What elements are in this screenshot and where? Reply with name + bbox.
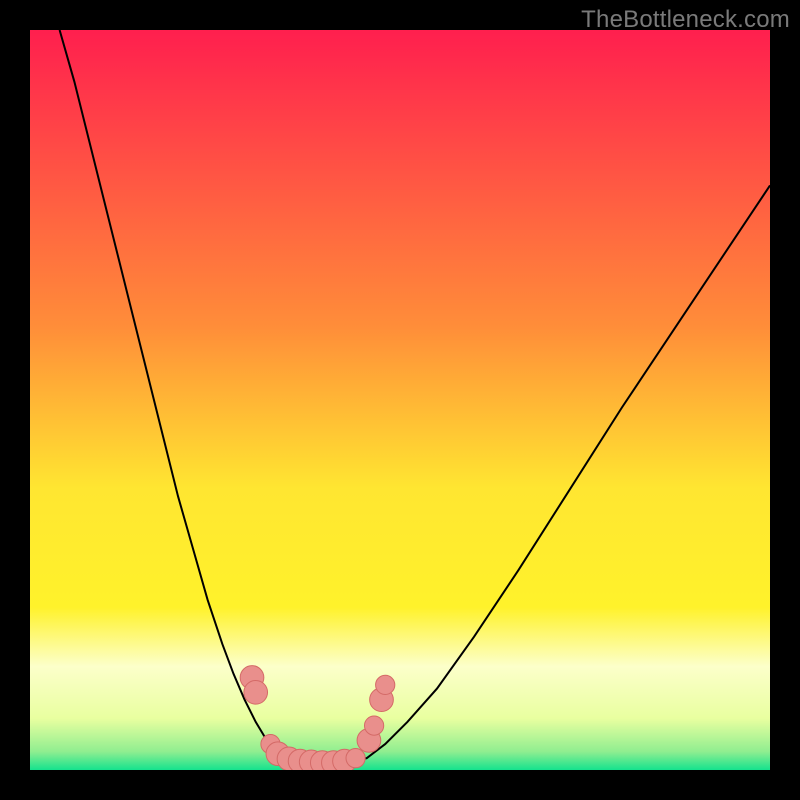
plot-area <box>30 30 770 770</box>
chart-svg <box>30 30 770 770</box>
data-marker <box>244 680 268 704</box>
chart-frame: TheBottleneck.com <box>0 0 800 800</box>
data-marker <box>364 716 383 735</box>
data-marker <box>346 749 365 768</box>
gradient-background <box>30 30 770 770</box>
watermark-label: TheBottleneck.com <box>581 6 790 34</box>
data-marker <box>376 675 395 694</box>
